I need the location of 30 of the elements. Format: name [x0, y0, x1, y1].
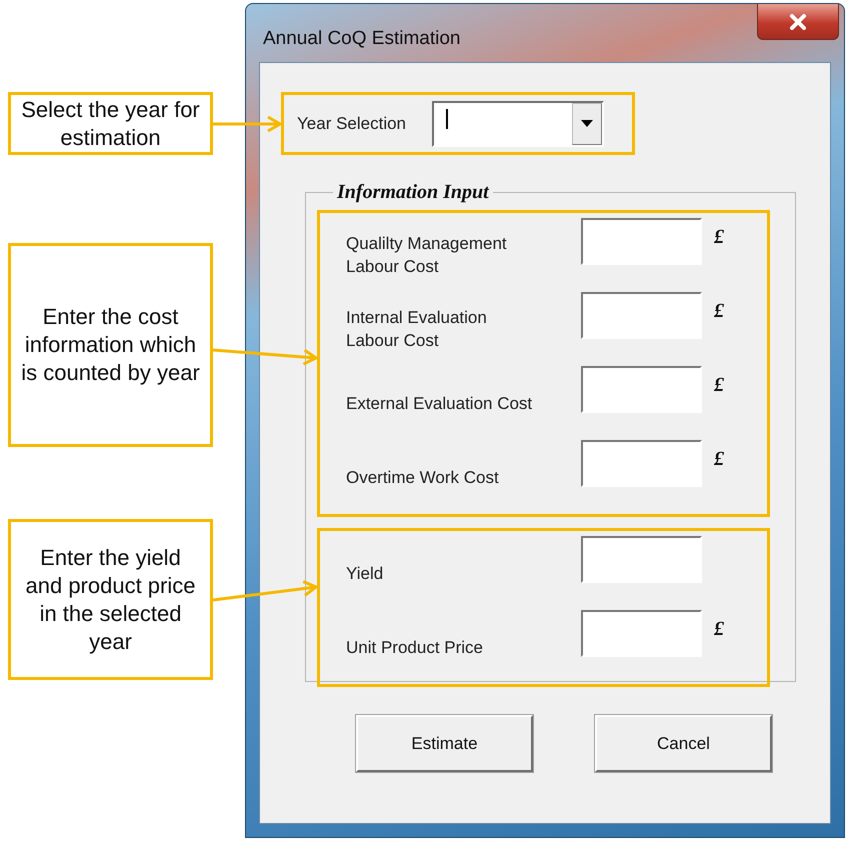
group-title: Information Input	[336, 181, 490, 204]
field-label: Overtime Work Cost	[345, 466, 500, 488]
currency-symbol: £	[713, 374, 725, 397]
field-label: Qualilty Management Labour Cost	[345, 233, 508, 278]
dialog-button[interactable]: Estimate	[356, 715, 533, 772]
input-field[interactable]	[581, 536, 702, 583]
close-button[interactable]	[757, 4, 839, 40]
field-label: Unit Product Price	[345, 636, 484, 658]
close-icon	[789, 14, 807, 30]
field-label: Yield	[345, 562, 384, 584]
dropdown-button[interactable]	[572, 102, 602, 144]
input-field[interactable]	[581, 292, 702, 339]
window-title: Annual CoQ Estimation	[263, 28, 460, 50]
field-label: Internal Evaluation Labour Cost	[345, 307, 488, 352]
currency-symbol: £	[713, 300, 725, 323]
callout: Enter the cost information which is counted by year	[8, 243, 213, 447]
callout: Select the year for estimation	[8, 92, 213, 155]
input-field[interactable]	[581, 218, 702, 265]
input-field[interactable]	[581, 440, 702, 487]
year-dropdown[interactable]	[432, 100, 604, 146]
dialog-button[interactable]: Cancel	[595, 715, 772, 772]
currency-symbol: £	[713, 618, 725, 641]
field-label: External Evaluation Cost	[345, 392, 534, 414]
currency-symbol: £	[713, 448, 725, 471]
callout: Enter the yield and product price in the selected year	[8, 519, 213, 680]
input-field[interactable]	[581, 610, 702, 657]
field-label: Year Selection	[297, 114, 408, 134]
currency-symbol: £	[713, 226, 725, 249]
caret-icon	[581, 120, 593, 127]
input-field[interactable]	[581, 366, 702, 413]
